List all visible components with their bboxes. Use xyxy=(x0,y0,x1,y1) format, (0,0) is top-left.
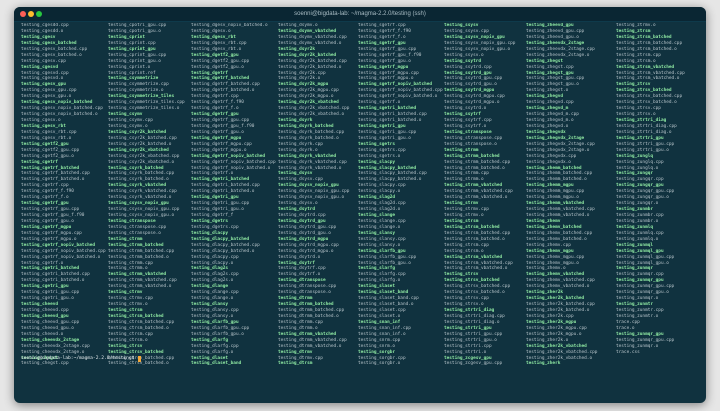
terminal-output[interactable]: testing_cgesdd.cpp testing_cgesdd.o testin… xyxy=(21,23,701,399)
listing-column: testing_cgesdd.cpp testing_cgesdd.o testin… xyxy=(21,23,108,379)
file-entry: testing_ctrsv_batched.o xyxy=(108,361,169,367)
file-entry: trace.css xyxy=(616,349,640,355)
listing-column: testing_ztrmv.o testing_ztrsm testing_ztrs… xyxy=(616,23,701,379)
listing-column: testing_sgetrf.cpp testing_sgetrf_f.f90 te… xyxy=(358,23,444,379)
file-entry: testing_zcgesv_gpu.cpp xyxy=(444,361,503,367)
executable-entry: testing_zherk xyxy=(526,361,561,367)
directory-listing: testing_cgesdd.cpp testing_cgesdd.o testin… xyxy=(21,23,701,379)
prompt-user-host: soenni@bigdata-lab xyxy=(21,356,71,361)
executable-entry: testing_dlaset_band xyxy=(191,361,242,367)
prompt-path: :~/magma-2.2.0/testing$ xyxy=(70,356,138,361)
window-title: soenni@bigdata-lab: ~/magma-2.2.0/testin… xyxy=(294,11,426,17)
title-bar[interactable]: soenni@bigdata-lab: ~/magma-2.2.0/testin… xyxy=(14,7,706,22)
listing-column: testing_zheevd_gpu testing_zheevd_gpu.cpp… xyxy=(526,23,616,379)
executable-entry: testing_dtrsm xyxy=(278,361,313,367)
file-entry: testing_sorgbr.o xyxy=(358,361,401,367)
listing-column: testing_dgesv_nopiv_batched.o testing_dge… xyxy=(191,23,278,379)
text-cursor xyxy=(138,355,142,362)
listing-column: testing_cpotri_gpu.cpp testing_cpotri_gpu… xyxy=(108,23,191,379)
terminal-window[interactable]: soenni@bigdata-lab: ~/magma-2.2.0/testin… xyxy=(14,7,706,403)
shell-prompt[interactable]: soenni@bigdata-lab:~/magma-2.2.0/testing… xyxy=(21,355,142,362)
listing-column: testing_dsymv.o testing_dsymv_vbatched tes… xyxy=(278,23,358,379)
listing-column: testing_ssysv testing_ssysv.cpp testing_ss… xyxy=(444,23,526,379)
file-entry: testing_chegst.cpp xyxy=(21,361,69,367)
